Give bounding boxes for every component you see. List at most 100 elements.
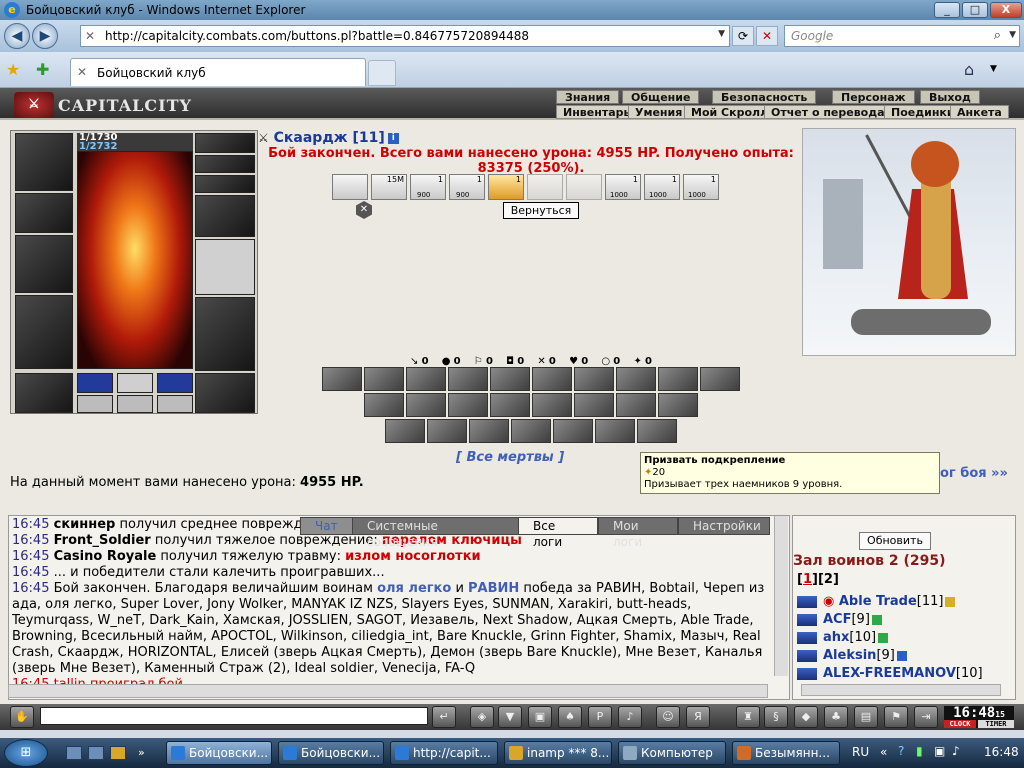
spell-cell[interactable]	[427, 419, 467, 443]
ring-slot-3[interactable]	[157, 373, 193, 393]
earring-slot[interactable]	[195, 133, 255, 153]
search-dropdown-icon[interactable]: ▼	[1009, 30, 1016, 40]
legs-slot[interactable]	[195, 297, 255, 371]
chest-icon[interactable]: ▤	[854, 706, 878, 728]
player-title[interactable]: ⚔ Скаардж [11] i	[258, 130, 399, 146]
spell-cell[interactable]	[322, 367, 362, 391]
flag-icon[interactable]: ⚑	[884, 706, 908, 728]
page-link-1[interactable]: 1	[803, 572, 812, 587]
shield-icon[interactable]: ◆	[794, 706, 818, 728]
spell-cell[interactable]	[364, 367, 404, 391]
menu-bezopasnost[interactable]: Безопасность	[712, 90, 817, 104]
fighter-icon[interactable]: ♠	[558, 706, 582, 728]
spell-cell[interactable]	[574, 367, 614, 391]
spell-cell[interactable]	[595, 419, 635, 443]
sound-icon[interactable]: ♪	[618, 706, 642, 728]
network-icon[interactable]: ▣	[934, 744, 945, 758]
signal-icon[interactable]: ▮	[916, 744, 923, 758]
return-button[interactable]: Вернуться	[503, 202, 579, 219]
clock-label[interactable]: CLOCK	[944, 720, 976, 728]
scroll-slot-1[interactable]	[77, 395, 113, 413]
tab-settings[interactable]: Настройки	[678, 517, 770, 535]
new-tab-button[interactable]	[368, 60, 396, 86]
page-link-2[interactable]: 2	[824, 572, 833, 587]
info-icon[interactable]	[878, 632, 889, 643]
address-field[interactable]: ✕ http://capitalcity.combats.com/buttons…	[80, 25, 730, 47]
more-quick-icon[interactable]: »	[138, 746, 154, 760]
refresh-room-button[interactable]: Обновить	[859, 532, 931, 550]
scroll-slot-2[interactable]	[117, 395, 153, 413]
scroll-icon[interactable]: §	[764, 706, 788, 728]
ring-slot-2[interactable]	[117, 373, 153, 393]
eraser-icon[interactable]: ◈	[470, 706, 494, 728]
language-indicator[interactable]: RU	[852, 745, 869, 759]
pouch-icon[interactable]: ♣	[824, 706, 848, 728]
exit-icon[interactable]: ⇥	[914, 706, 938, 728]
helmet-slot[interactable]	[15, 133, 73, 191]
spell-cell[interactable]	[490, 367, 530, 391]
spell-cell[interactable]	[658, 367, 698, 391]
spell-cell[interactable]	[616, 367, 656, 391]
task-ie-1[interactable]: Бойцовски...	[166, 741, 272, 765]
show-desktop-icon[interactable]	[66, 746, 82, 760]
spell-cell[interactable]	[700, 367, 740, 391]
armor-slot[interactable]	[15, 295, 73, 369]
maximize-button[interactable]: □	[962, 2, 988, 18]
tab-chat[interactable]: Чат	[300, 517, 356, 535]
back-button[interactable]: ◀	[4, 23, 30, 49]
ability-slot-3[interactable]: 1 900	[410, 174, 446, 200]
info-icon[interactable]	[945, 596, 956, 607]
tab-all-logs[interactable]: Все логи	[518, 517, 598, 549]
all-dead-link[interactable]: [ Все мертвы ]	[456, 450, 564, 465]
address-dropdown-icon[interactable]: ▼	[718, 29, 725, 39]
spell-cell[interactable]	[532, 393, 572, 417]
spell-cell[interactable]	[532, 367, 572, 391]
ability-slot-6[interactable]	[527, 174, 563, 200]
minimize-button[interactable]: _	[934, 2, 960, 18]
battle-log-link[interactable]: ог боя »»	[940, 466, 1008, 481]
spell-cell[interactable]	[490, 393, 530, 417]
ring-slot-1[interactable]	[77, 373, 113, 393]
submenu-inventar[interactable]: Инвентарь	[556, 105, 638, 119]
info-icon[interactable]	[896, 650, 907, 661]
volume-icon[interactable]: ♪	[952, 744, 960, 758]
amulet-slot[interactable]	[195, 155, 255, 173]
winamp-quick-icon[interactable]	[110, 746, 126, 760]
ability-slot-1[interactable]	[332, 174, 368, 200]
translit-icon[interactable]: Я	[686, 706, 710, 728]
weapon-slot[interactable]	[15, 235, 73, 293]
room-horizontal-scrollbar[interactable]	[801, 684, 1001, 696]
task-ie-2[interactable]: Бойцовски...	[278, 741, 384, 765]
switch-windows-icon[interactable]	[88, 746, 104, 760]
send-icon[interactable]: ↵	[432, 706, 456, 728]
search-input[interactable]: Google ⌕ ▼	[784, 25, 1020, 47]
task-winamp[interactable]: inamp *** 8...	[504, 741, 612, 765]
search-icon[interactable]: ⌕	[994, 28, 1001, 43]
hand-icon[interactable]: ✋	[10, 706, 34, 728]
belt-slot[interactable]	[15, 373, 73, 413]
player-name[interactable]: Скаардж [11]	[274, 130, 385, 146]
bag-icon[interactable]: ♜	[736, 706, 760, 728]
start-button[interactable]: ⊞	[4, 739, 48, 767]
filter-icon[interactable]: ▼	[498, 706, 522, 728]
gloves-slot[interactable]	[195, 195, 255, 237]
ability-slot-5[interactable]: 1	[488, 174, 524, 200]
player-row[interactable]: ALEX-FREEMANOV[10]	[797, 666, 983, 681]
spell-cell[interactable]	[448, 367, 488, 391]
ability-slot-10[interactable]: 1 1000	[683, 174, 719, 200]
task-computer[interactable]: Компьютер	[618, 741, 726, 765]
menu-obshchenie[interactable]: Общение	[622, 90, 700, 104]
submenu-moy-skroll[interactable]: Мой Скролл	[684, 105, 776, 119]
spell-cell[interactable]	[637, 419, 677, 443]
chat-vertical-scrollbar[interactable]	[774, 516, 788, 676]
timer-label[interactable]: TIMER	[978, 720, 1014, 728]
spell-cell[interactable]	[469, 419, 509, 443]
tray-expand-icon[interactable]: «	[880, 745, 887, 759]
help-icon[interactable]: ?	[898, 744, 904, 758]
private-icon[interactable]: P	[588, 706, 612, 728]
menu-vyhod[interactable]: Выход	[920, 90, 980, 104]
player-row[interactable]: Aleksin[9]	[797, 648, 907, 663]
info-icon[interactable]	[871, 614, 882, 625]
chat-horizontal-scrollbar[interactable]	[8, 684, 768, 698]
tab-system[interactable]: Системные сообщения	[352, 517, 520, 549]
